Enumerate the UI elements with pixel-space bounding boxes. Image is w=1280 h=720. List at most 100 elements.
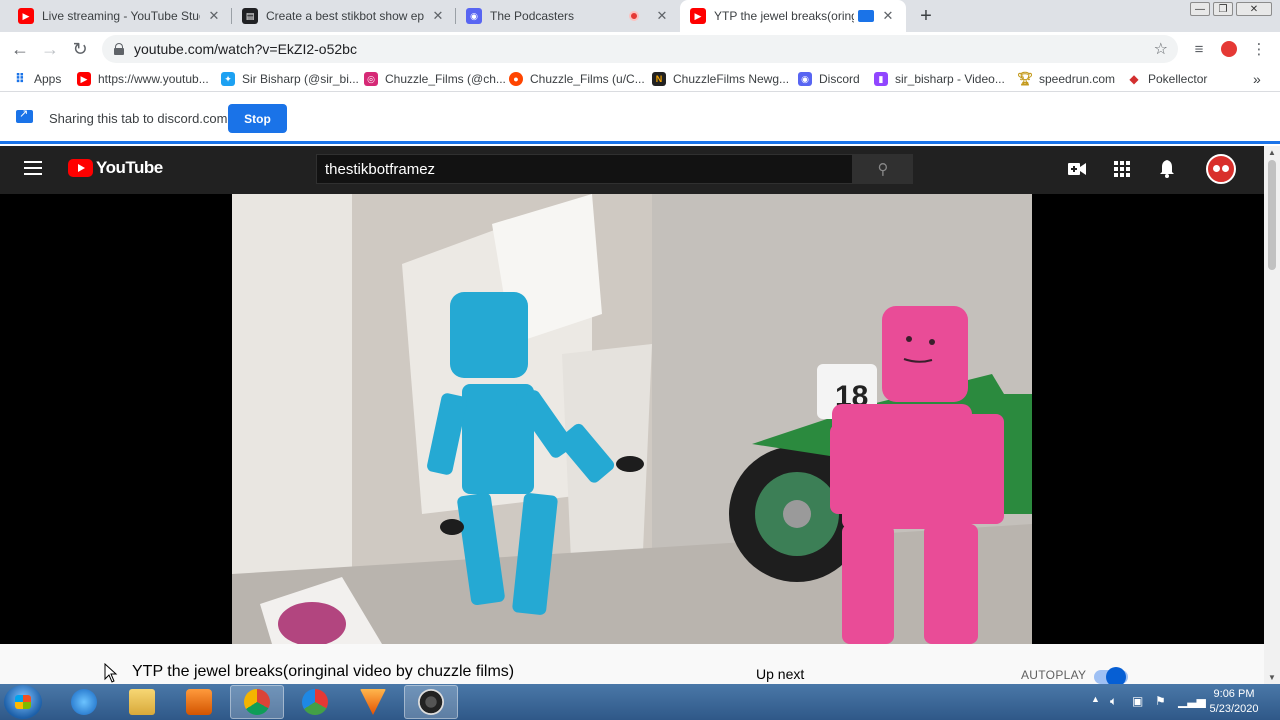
- search-input[interactable]: thestikbotframez: [316, 154, 853, 184]
- tab-strip: ▶ Live streaming - YouTube Studio ✕ ▤ Cr…: [0, 0, 1280, 32]
- hamburger-menu-icon[interactable]: [24, 161, 42, 175]
- back-button[interactable]: ←: [8, 37, 32, 61]
- taskbar-vegas[interactable]: [346, 685, 400, 719]
- sharing-text: Sharing this tab to discord.com: [49, 111, 228, 126]
- instagram-icon: ◎: [364, 72, 378, 86]
- profile-icon[interactable]: [1218, 38, 1240, 60]
- autoplay-label: AUTOPLAY: [1021, 668, 1087, 682]
- taskbar-chrome[interactable]: [230, 685, 284, 719]
- tab-title: Create a best stikbot show episo: [266, 9, 424, 23]
- forward-button[interactable]: →: [38, 37, 62, 61]
- youtube-logo[interactable]: YouTube: [68, 158, 163, 178]
- mouse-cursor-icon: [104, 663, 118, 683]
- reload-button[interactable]: ↻: [68, 37, 92, 61]
- tab-sharing-bar: Sharing this tab to discord.com Stop: [0, 92, 1280, 144]
- bookmark-pokellector[interactable]: ◆ Pokellector: [1127, 70, 1207, 88]
- bookmark-apps[interactable]: ⠿ Apps: [13, 70, 61, 88]
- bookmark-speedrun[interactable]: 🏆︎ speedrun.com: [1017, 70, 1116, 88]
- tray-app-icon[interactable]: ▣: [1132, 694, 1143, 708]
- create-video-icon[interactable]: [1066, 158, 1088, 180]
- youtube-wordmark: YouTube: [96, 158, 163, 177]
- close-icon[interactable]: ✕: [654, 8, 670, 24]
- tab-youtube-studio[interactable]: ▶ Live streaming - YouTube Studio ✕: [8, 0, 232, 32]
- folder-icon: [129, 689, 155, 715]
- bookmark-label: speedrun.com: [1039, 72, 1116, 86]
- bookmark-label: Sir Bisharp (@sir_bi...: [242, 72, 359, 86]
- taskbar-davinci[interactable]: [288, 685, 342, 719]
- start-button[interactable]: [4, 685, 42, 719]
- taskbar-internet-explorer[interactable]: [57, 685, 111, 719]
- youtube-icon: ▶: [690, 8, 706, 24]
- bookmark-newgrounds[interactable]: N ChuzzleFilms Newg...: [652, 70, 789, 88]
- scroll-down-icon[interactable]: ▼: [1268, 673, 1276, 682]
- windows-taskbar: ▲ 🔈︎ ▣ ⚑ ▁▃▅ 9:06 PM 5/23/2020: [0, 684, 1280, 720]
- address-text: youtube.com/watch?v=EkZI2-o52bc: [134, 41, 357, 57]
- bookmark-label: https://www.youtub...: [98, 72, 209, 86]
- taskbar-clock[interactable]: 9:06 PM 5/23/2020: [1202, 687, 1266, 717]
- tab-ytp-jewel-breaks[interactable]: ▶ YTP the jewel breaks(oringin ✕: [680, 0, 906, 32]
- restore-button[interactable]: ❐: [1213, 2, 1233, 16]
- taskbar-file-explorer[interactable]: [115, 685, 169, 719]
- bookmark-label: Apps: [34, 72, 62, 86]
- search-icon: ⚲: [877, 161, 889, 178]
- action-center-flag-icon[interactable]: ⚑: [1155, 694, 1166, 708]
- notification-bell-icon[interactable]: [1156, 158, 1178, 180]
- scrollbar-thumb[interactable]: [1268, 160, 1276, 270]
- internet-explorer-icon: [71, 689, 97, 715]
- video-player[interactable]: 18: [232, 194, 1032, 644]
- doc-icon: ▤: [242, 8, 258, 24]
- youtube-icon: ▶: [18, 8, 34, 24]
- page-scrollbar[interactable]: ▲ ▼: [1264, 146, 1280, 684]
- media-controls-icon[interactable]: ≡: [1188, 38, 1210, 60]
- pokellector-icon: ◆: [1129, 72, 1139, 86]
- bookmarks-bar: ⠿ Apps ▶ https://www.youtub... ✦ Sir Bis…: [0, 66, 1280, 92]
- vegas-icon: [360, 689, 386, 715]
- bookmarks-overflow[interactable]: »: [1253, 70, 1261, 88]
- apps-grid-icon[interactable]: [1111, 158, 1133, 180]
- up-next-label: Up next: [756, 666, 805, 682]
- discord-icon: ◉: [798, 72, 812, 86]
- bookmark-instagram[interactable]: ◎ Chuzzle_Films (@ch...: [364, 70, 506, 88]
- tab-podcasters[interactable]: ◉ The Podcasters ✕: [456, 0, 680, 32]
- taskbar-obs[interactable]: [404, 685, 458, 719]
- search-button[interactable]: ⚲: [853, 154, 913, 184]
- davinci-resolve-icon: [302, 689, 328, 715]
- menu-kebab-icon[interactable]: ⋮: [1248, 38, 1270, 60]
- avatar[interactable]: [1206, 154, 1236, 184]
- stop-sharing-button[interactable]: Stop: [228, 104, 287, 133]
- youtube-icon: ▶: [77, 72, 91, 86]
- newgrounds-icon: N: [652, 72, 666, 86]
- video-frame: 18: [232, 194, 1032, 644]
- new-tab-button[interactable]: +: [914, 4, 938, 28]
- youtube-play-icon: [68, 159, 93, 177]
- volume-icon[interactable]: 🔈︎: [1110, 694, 1117, 709]
- discord-icon: ◉: [466, 8, 482, 24]
- bookmark-twitter[interactable]: ✦ Sir Bisharp (@sir_bi...: [221, 70, 359, 88]
- tab-stikbot-doc[interactable]: ▤ Create a best stikbot show episo ✕: [232, 0, 456, 32]
- close-icon[interactable]: ✕: [430, 8, 446, 24]
- twitter-icon: ✦: [221, 72, 235, 86]
- close-icon[interactable]: ✕: [880, 8, 896, 24]
- autoplay-toggle[interactable]: [1094, 667, 1128, 687]
- bookmark-star-icon[interactable]: ☆: [1154, 39, 1168, 59]
- twitch-icon: ▮: [874, 72, 888, 86]
- bookmark-label: Chuzzle_Films (u/C...: [530, 72, 645, 86]
- tray-expand-icon[interactable]: ▲: [1091, 694, 1100, 704]
- close-icon[interactable]: ✕: [206, 8, 222, 24]
- recording-icon: [626, 8, 642, 24]
- bookmark-reddit[interactable]: ● Chuzzle_Films (u/C...: [509, 70, 645, 88]
- casting-icon: [858, 10, 874, 22]
- address-bar[interactable]: youtube.com/watch?v=EkZI2-o52bc ☆: [102, 35, 1178, 63]
- video-title: YTP the jewel breaks(oringinal video by …: [132, 663, 515, 680]
- clock-time: 9:06 PM: [1213, 688, 1255, 700]
- minimize-button[interactable]: —: [1190, 2, 1210, 16]
- tab-title: YTP the jewel breaks(oringin: [714, 9, 854, 23]
- window-close-button[interactable]: ✕: [1236, 2, 1272, 16]
- bookmark-discord[interactable]: ◉ Discord: [798, 70, 860, 88]
- bookmark-youtube[interactable]: ▶ https://www.youtub...: [77, 70, 209, 88]
- scroll-up-icon[interactable]: ▲: [1268, 148, 1276, 157]
- bookmark-label: Chuzzle_Films (@ch...: [385, 72, 506, 86]
- screen-share-icon: [16, 107, 33, 123]
- bookmark-twitch[interactable]: ▮ sir_bisharp - Video...: [874, 70, 1005, 88]
- taskbar-media-player[interactable]: [172, 685, 226, 719]
